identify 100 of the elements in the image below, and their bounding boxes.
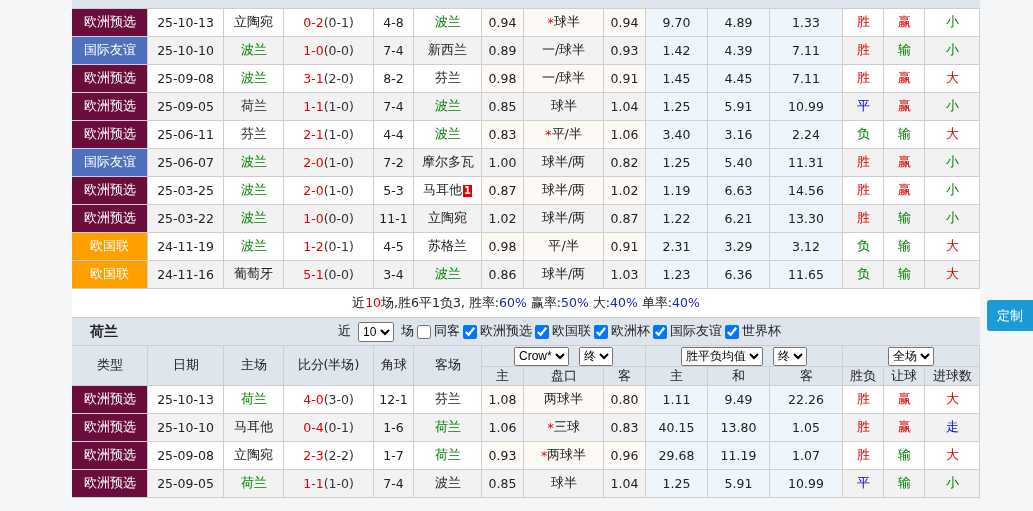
table-cell: 4-5 (374, 233, 414, 261)
period-select[interactable]: 全场 (888, 346, 934, 366)
table-cell: 球半/两 (524, 149, 604, 177)
table-cell: 1.06 (604, 121, 646, 149)
stage-select[interactable]: 终 (579, 346, 613, 366)
table-cell: 7.11 (770, 65, 843, 93)
table-cell: 2-1(1-0) (284, 121, 374, 149)
table-cell: 小 (925, 470, 980, 498)
table-cell: 2-0(1-0) (284, 149, 374, 177)
sending-off-badge: 1 (463, 184, 472, 197)
section-title: 荷兰 (89, 322, 119, 341)
table-cell: 荷兰 (224, 470, 284, 498)
table-cell: 0.98 (482, 233, 524, 261)
table-cell: 14.56 (770, 177, 843, 205)
table-cell: 新西兰 (414, 37, 482, 65)
table-cell: 0.93 (482, 442, 524, 470)
table-cell: 1.25 (646, 470, 708, 498)
table-cell: 11.19 (708, 442, 770, 470)
table-cell: 胜 (843, 205, 884, 233)
league-tag: 欧洲预选 (72, 470, 148, 498)
table-cell: 6.36 (708, 261, 770, 289)
table-cell: 荷兰 (414, 442, 482, 470)
table-cell: 2.24 (770, 121, 843, 149)
table-cell: 8-2 (374, 65, 414, 93)
table-cell: 小 (925, 205, 980, 233)
table-cell: 波兰 (224, 233, 284, 261)
table-cell: 平/半 (524, 233, 604, 261)
table-cell: 1.02 (604, 177, 646, 205)
league-tag: 欧洲预选 (72, 93, 148, 121)
table-cell: 3-1(2-0) (284, 65, 374, 93)
table-cell: 荷兰 (224, 93, 284, 121)
league-tag: 国际友谊 (72, 149, 148, 177)
table-cell: 大 (925, 261, 980, 289)
table-cell: 小 (925, 177, 980, 205)
table-cell: 大 (925, 65, 980, 93)
table-cell: 2-0(1-0) (284, 177, 374, 205)
table-cell: 波兰 (414, 93, 482, 121)
table-cell: 输 (884, 442, 925, 470)
table-cell: 0.83 (482, 121, 524, 149)
table-cell: 0.91 (604, 233, 646, 261)
company-select[interactable]: Crow* (514, 346, 569, 366)
table-cell: 0.83 (604, 414, 646, 442)
table-cell: 1.23 (646, 261, 708, 289)
table-cell: 1.45 (646, 65, 708, 93)
checkbox[interactable] (417, 324, 431, 339)
table-cell: 25-03-25 (148, 177, 224, 205)
league-tag: 欧洲预选 (72, 177, 148, 205)
table-cell: 0.86 (482, 261, 524, 289)
table-cell: 大 (925, 233, 980, 261)
table-cell: 11-1 (374, 205, 414, 233)
stage-select[interactable]: 终 (773, 346, 807, 366)
table-cell: 大 (925, 386, 980, 414)
table-cell: 29.68 (646, 442, 708, 470)
table-cell: 25-09-08 (148, 65, 224, 93)
table-cell: 平 (843, 93, 884, 121)
table-cell: 赢 (884, 93, 925, 121)
table-cell: 0.87 (604, 205, 646, 233)
league-tag: 欧洲预选 (72, 9, 148, 37)
table-cell: 走 (925, 414, 980, 442)
table-cell: 0.80 (604, 386, 646, 414)
table-cell: 赢 (884, 414, 925, 442)
league-tag: 欧国联 (72, 261, 148, 289)
table-cell: 1.02 (482, 205, 524, 233)
table-cell: 5.40 (708, 149, 770, 177)
table-cell: 小 (925, 37, 980, 65)
table-cell: 波兰 (414, 261, 482, 289)
checkbox[interactable] (463, 324, 477, 339)
table-cell: 赢 (884, 149, 925, 177)
table-cell: 波兰 (224, 149, 284, 177)
table-cell: 5.91 (708, 470, 770, 498)
table-cell: 1-0(0-0) (284, 37, 374, 65)
table-cell: 2-3(2-2) (284, 442, 374, 470)
table-cell: 输 (884, 470, 925, 498)
checkbox[interactable] (594, 324, 608, 339)
table-cell: 球半/两 (524, 261, 604, 289)
table-cell: 波兰 (414, 9, 482, 37)
checkbox[interactable] (535, 324, 549, 339)
table-cell: 0.96 (604, 442, 646, 470)
table-cell: 3-4 (374, 261, 414, 289)
checkbox[interactable] (653, 324, 667, 339)
table-cell: 1.19 (646, 177, 708, 205)
table-cell: *三球 (524, 414, 604, 442)
team-name: 马耳他 (423, 182, 462, 199)
table-cell: 1.08 (482, 386, 524, 414)
table-cell: 胜 (843, 37, 884, 65)
checkbox[interactable] (725, 324, 739, 339)
table-cell: *两球半 (524, 442, 604, 470)
league-tag: 欧洲预选 (72, 414, 148, 442)
table-cell: 输 (884, 121, 925, 149)
odds-type-select[interactable]: 胜平负均值 (681, 346, 763, 366)
table-cell: 负 (843, 261, 884, 289)
table-cell: 小 (925, 149, 980, 177)
count-select[interactable]: 10 (358, 321, 394, 342)
table-cell: 波兰 (414, 470, 482, 498)
table-cell: 芬兰 (414, 386, 482, 414)
table-cell: 大 (925, 442, 980, 470)
table-cell: 4.89 (708, 9, 770, 37)
table-cell: 11.65 (770, 261, 843, 289)
table-cell: 0.94 (482, 9, 524, 37)
table-cell: 1.06 (482, 414, 524, 442)
